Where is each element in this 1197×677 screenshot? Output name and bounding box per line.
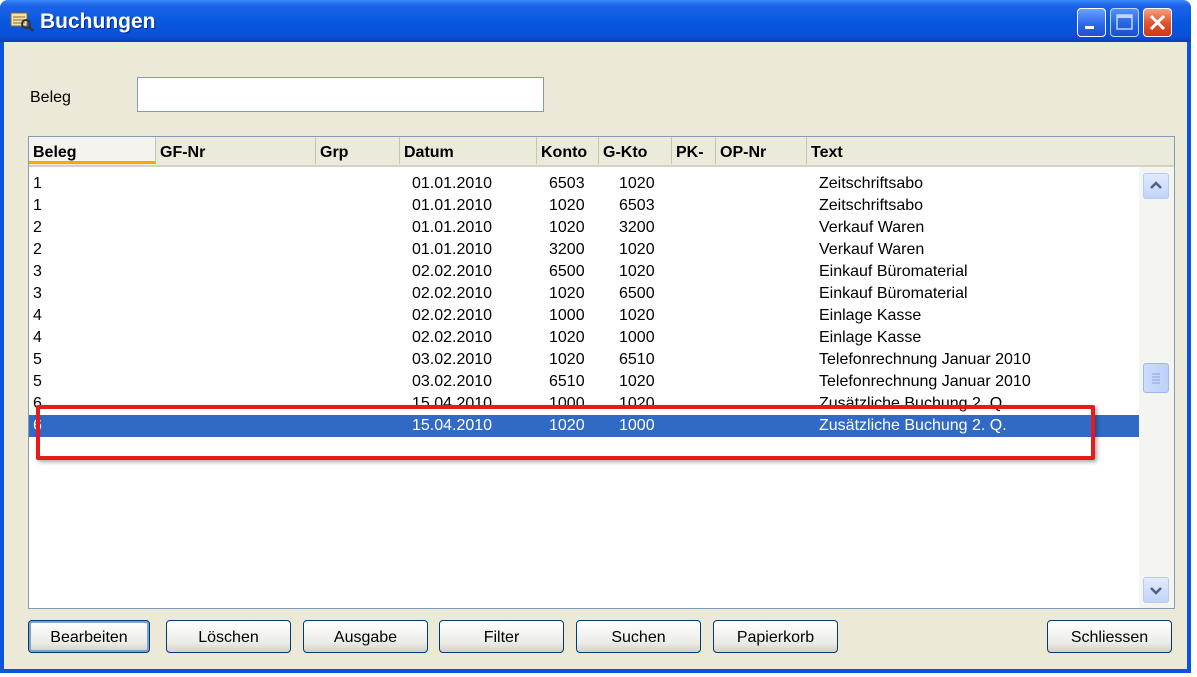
column-header-grp[interactable]: Grp <box>316 137 400 164</box>
table-row[interactable]: 1 01.01.2010 6503 1020 Zeitschriftsabo <box>29 173 1139 195</box>
bearbeiten-button[interactable]: Bearbeiten <box>28 620 150 653</box>
window-title: Buchungen <box>40 10 156 33</box>
chevron-down-icon <box>1150 587 1162 595</box>
cell-text: Verkauf Waren <box>819 219 925 236</box>
cell-konto: 1020 <box>549 197 585 214</box>
cell-text: Einlage Kasse <box>819 307 922 324</box>
cell-beleg: 1 <box>33 175 42 192</box>
cell-datum: 02.02.2010 <box>412 263 493 280</box>
cell-text: Telefonrechnung Januar 2010 <box>819 351 1031 368</box>
bookings-list[interactable]: Beleg GF-Nr Grp Datum Konto G-Kto PK- OP… <box>28 136 1175 609</box>
table-row[interactable]: 4 02.02.2010 1020 1000 Einlage Kasse <box>29 327 1139 349</box>
cell-konto: 1020 <box>549 329 585 346</box>
cell-datum: 01.01.2010 <box>412 175 493 192</box>
column-header-beleg[interactable]: Beleg <box>29 137 156 164</box>
cell-text: Einkauf Büromaterial <box>819 285 968 302</box>
chevron-up-icon <box>1150 181 1162 189</box>
cell-g-kto: 1020 <box>619 307 655 324</box>
table-row[interactable]: 4 02.02.2010 1000 1020 Einlage Kasse <box>29 305 1139 327</box>
maximize-button[interactable] <box>1110 8 1139 37</box>
cell-text: Zeitschriftsabo <box>819 175 924 192</box>
cell-konto: 6500 <box>549 263 585 280</box>
cell-beleg: 2 <box>33 219 42 236</box>
minimize-icon <box>1085 26 1094 29</box>
cell-datum: 03.02.2010 <box>412 373 493 390</box>
ausgabe-button[interactable]: Ausgabe <box>303 620 428 653</box>
cell-beleg: 3 <box>33 285 42 302</box>
filter-button[interactable]: Filter <box>439 620 564 653</box>
cell-g-kto: 1000 <box>619 329 655 346</box>
cell-g-kto: 1020 <box>619 241 655 258</box>
cell-datum: 01.01.2010 <box>412 219 493 236</box>
cell-g-kto: 1020 <box>619 263 655 280</box>
table-row[interactable]: 2 01.01.2010 1020 3200 Verkauf Waren <box>29 217 1139 239</box>
annotation-highlight-box <box>36 405 1095 460</box>
vertical-scrollbar[interactable] <box>1139 167 1174 608</box>
cell-text: Einlage Kasse <box>819 329 922 346</box>
cell-g-kto: 6503 <box>619 197 655 214</box>
list-header: Beleg GF-Nr Grp Datum Konto G-Kto PK- OP… <box>29 137 1174 167</box>
cell-beleg: 1 <box>33 197 42 214</box>
cell-konto: 1020 <box>549 219 585 236</box>
cell-datum: 02.02.2010 <box>412 329 493 346</box>
cell-g-kto: 1020 <box>619 175 655 192</box>
maximize-icon <box>1116 14 1133 30</box>
cell-text: Verkauf Waren <box>819 241 925 258</box>
cell-datum: 02.02.2010 <box>412 307 493 324</box>
column-header-gf-nr[interactable]: GF-Nr <box>156 137 316 164</box>
cell-beleg: 5 <box>33 351 42 368</box>
title-bar[interactable]: Buchungen <box>0 0 1191 42</box>
table-row[interactable]: 5 03.02.2010 1020 6510 Telefonrechnung J… <box>29 349 1139 371</box>
column-header-g-kto[interactable]: G-Kto <box>599 137 672 164</box>
schliessen-button[interactable]: Schliessen <box>1047 620 1172 653</box>
beleg-input[interactable] <box>137 77 544 112</box>
cell-konto: 6503 <box>549 175 585 192</box>
cell-konto: 1000 <box>549 307 585 324</box>
cell-beleg: 2 <box>33 241 42 258</box>
suchen-button[interactable]: Suchen <box>576 620 701 653</box>
cell-g-kto: 6500 <box>619 285 655 302</box>
beleg-label: Beleg <box>30 89 71 106</box>
scroll-thumb[interactable] <box>1143 363 1169 393</box>
table-row[interactable]: 3 02.02.2010 1020 6500 Einkauf Büromater… <box>29 283 1139 305</box>
table-row[interactable]: 3 02.02.2010 6500 1020 Einkauf Büromater… <box>29 261 1139 283</box>
loeschen-button[interactable]: Löschen <box>166 620 291 653</box>
cell-beleg: 4 <box>33 307 42 324</box>
close-icon <box>1149 14 1166 31</box>
column-header-op-nr[interactable]: OP-Nr <box>716 137 807 164</box>
column-header-pk[interactable]: PK- <box>672 137 716 164</box>
cell-konto: 1020 <box>549 351 585 368</box>
cell-text: Zeitschriftsabo <box>819 197 924 214</box>
column-header-konto[interactable]: Konto <box>537 137 599 164</box>
scroll-up-button[interactable] <box>1143 173 1169 199</box>
cell-text: Telefonrechnung Januar 2010 <box>819 373 1031 390</box>
scroll-down-button[interactable] <box>1143 577 1169 603</box>
minimize-button[interactable] <box>1077 8 1106 37</box>
cell-beleg: 5 <box>33 373 42 390</box>
cell-text: Einkauf Büromaterial <box>819 263 968 280</box>
close-button[interactable] <box>1143 8 1172 37</box>
cell-datum: 02.02.2010 <box>412 285 493 302</box>
window-app-icon <box>10 12 34 32</box>
cell-beleg: 3 <box>33 263 42 280</box>
cell-g-kto: 1020 <box>619 373 655 390</box>
cell-beleg: 4 <box>33 329 42 346</box>
cell-g-kto: 3200 <box>619 219 655 236</box>
papierkorb-button[interactable]: Papierkorb <box>713 620 838 653</box>
cell-g-kto: 6510 <box>619 351 655 368</box>
table-row[interactable]: 5 03.02.2010 6510 1020 Telefonrechnung J… <box>29 371 1139 393</box>
grip-icon <box>1152 373 1160 384</box>
cell-konto: 6510 <box>549 373 585 390</box>
table-row[interactable]: 1 01.01.2010 1020 6503 Zeitschriftsabo <box>29 195 1139 217</box>
cell-datum: 01.01.2010 <box>412 241 493 258</box>
cell-datum: 01.01.2010 <box>412 197 493 214</box>
cell-datum: 03.02.2010 <box>412 351 493 368</box>
table-row[interactable]: 2 01.01.2010 3200 1020 Verkauf Waren <box>29 239 1139 261</box>
cell-konto: 3200 <box>549 241 585 258</box>
cell-konto: 1020 <box>549 285 585 302</box>
column-header-datum[interactable]: Datum <box>400 137 537 164</box>
column-header-text[interactable]: Text <box>807 137 1174 164</box>
